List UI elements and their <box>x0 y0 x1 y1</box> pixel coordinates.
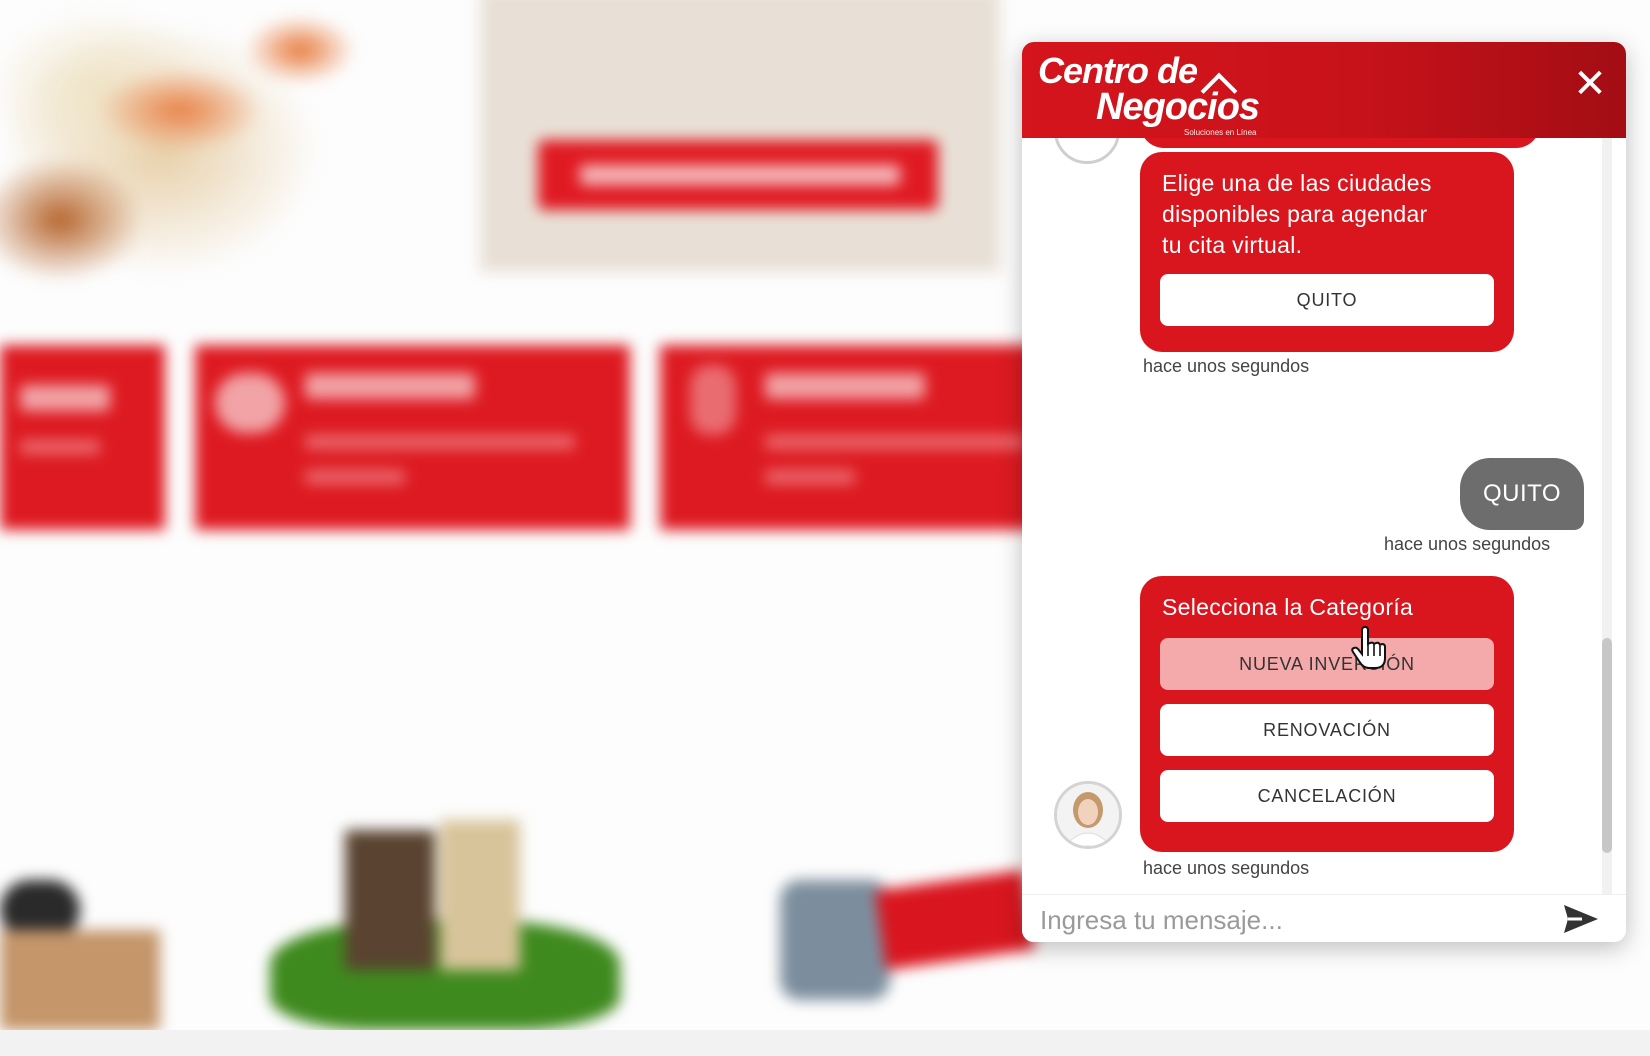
bot-message: Selecciona la Categoría NUEVA INVERSIÓN … <box>1140 576 1514 852</box>
logo-tagline: Soluciones en Línea <box>1184 128 1257 137</box>
decor-shape <box>0 930 160 1030</box>
bot-message-line: disponibles para agendar <box>1162 201 1428 227</box>
previous-bubble-tail <box>1140 138 1540 148</box>
message-timestamp: hace unos segundos <box>1384 534 1551 554</box>
chat-widget: Centro de Negocios Soluciones en Línea ✕… <box>1022 42 1626 942</box>
message-timestamp: hace unos segundos <box>1143 356 1310 376</box>
send-button[interactable] <box>1558 897 1602 941</box>
bot-message: Elige una de las ciudades disponibles pa… <box>1140 152 1514 352</box>
close-button[interactable]: ✕ <box>1570 64 1610 104</box>
decor-shape <box>875 869 1035 971</box>
bottom-bar <box>0 1030 1650 1056</box>
option-button-renovacion[interactable]: RENOVACIÓN <box>1160 704 1494 756</box>
option-button-nueva-inversion[interactable]: NUEVA INVERSIÓN <box>1160 638 1494 690</box>
service-card[interactable] <box>660 345 1060 530</box>
chat-header: Centro de Negocios Soluciones en Línea ✕ <box>1022 42 1626 138</box>
message-input[interactable] <box>1038 899 1542 941</box>
close-icon: ✕ <box>1573 62 1607 106</box>
scrollbar-thumb[interactable] <box>1602 638 1612 853</box>
service-card[interactable] <box>0 345 165 530</box>
bot-message-line: Elige una de las ciudades <box>1162 170 1432 196</box>
message-timestamp: hace unos segundos <box>1143 858 1310 878</box>
decor-shape <box>780 880 890 1000</box>
food-image <box>0 0 400 330</box>
agent-avatar <box>1054 781 1122 849</box>
banner-cta-text <box>580 165 900 185</box>
bot-message-title: Selecciona la Categoría <box>1162 594 1414 620</box>
user-message: QUITO <box>1460 458 1584 530</box>
message-list[interactable]: Elige una de las ciudades disponibles pa… <box>1022 138 1626 894</box>
bot-message-text: Elige una de las ciudades disponibles pa… <box>1162 168 1432 261</box>
option-button-quito[interactable]: QUITO <box>1160 274 1494 326</box>
agent-avatar-icon <box>1057 784 1119 846</box>
service-card[interactable] <box>195 345 630 530</box>
logo-line2: Negocios <box>1096 86 1260 128</box>
banner-panel <box>480 0 1000 272</box>
hand-cursor-icon <box>1351 626 1386 669</box>
avatar <box>1054 138 1120 164</box>
option-button-cancelacion[interactable]: CANCELACIÓN <box>1160 770 1494 822</box>
composer <box>1022 894 1626 942</box>
bot-message-line: tu cita virtual. <box>1162 232 1303 258</box>
decor-shape <box>440 820 520 970</box>
decor-shape <box>345 830 435 970</box>
send-icon <box>1564 905 1598 933</box>
